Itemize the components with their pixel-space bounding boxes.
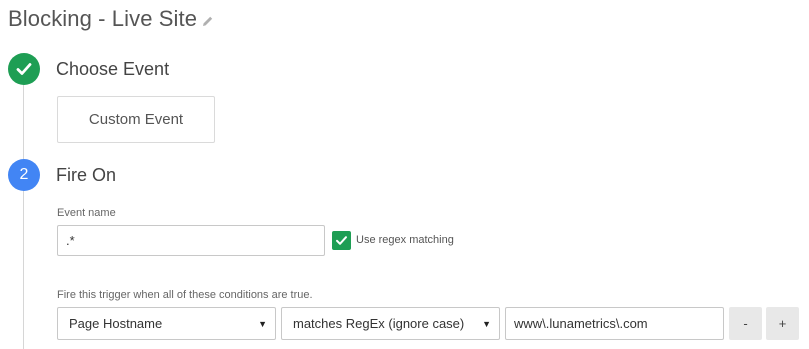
regex-checkbox-label[interactable]: Use regex matching <box>356 234 454 246</box>
trigger-header: Blocking - Live Site <box>8 6 214 32</box>
dropdown-arrow-icon: ▼ <box>482 318 491 329</box>
step-number: 2 <box>19 166 29 183</box>
checkmark-icon <box>16 63 32 75</box>
remove-condition-button[interactable]: - <box>729 307 762 340</box>
step-timeline <box>23 85 24 349</box>
condition-value: www\.lunametrics\.com <box>514 316 648 331</box>
event-name-value: .* <box>66 233 75 248</box>
pencil-icon[interactable] <box>202 14 214 26</box>
trigger-title[interactable]: Blocking - Live Site <box>8 6 197 32</box>
add-condition-button[interactable]: + <box>766 307 799 340</box>
condition-operator-value: matches RegEx (ignore case) <box>293 316 465 331</box>
regex-checkbox[interactable] <box>332 231 351 250</box>
step-title-fire-on: Fire On <box>56 165 117 185</box>
event-name-input[interactable]: .* <box>57 225 325 256</box>
condition-variable-select[interactable]: Page Hostname ▼ <box>57 307 276 340</box>
checkmark-icon <box>336 236 347 245</box>
conditions-label: Fire this trigger when all of these cond… <box>57 289 313 301</box>
event-name-label: Event name <box>57 207 116 219</box>
event-type-button[interactable]: Custom Event <box>57 96 215 143</box>
event-type-label: Custom Event <box>88 111 184 128</box>
step-title-choose-event: Choose Event <box>56 59 170 79</box>
step-complete-badge <box>8 53 40 85</box>
dropdown-arrow-icon: ▼ <box>258 318 267 329</box>
condition-operator-select[interactable]: matches RegEx (ignore case) ▼ <box>281 307 500 340</box>
condition-variable-value: Page Hostname <box>69 316 163 331</box>
condition-value-input[interactable]: www\.lunametrics\.com <box>505 307 724 340</box>
step-number-badge: 2 <box>8 159 40 191</box>
